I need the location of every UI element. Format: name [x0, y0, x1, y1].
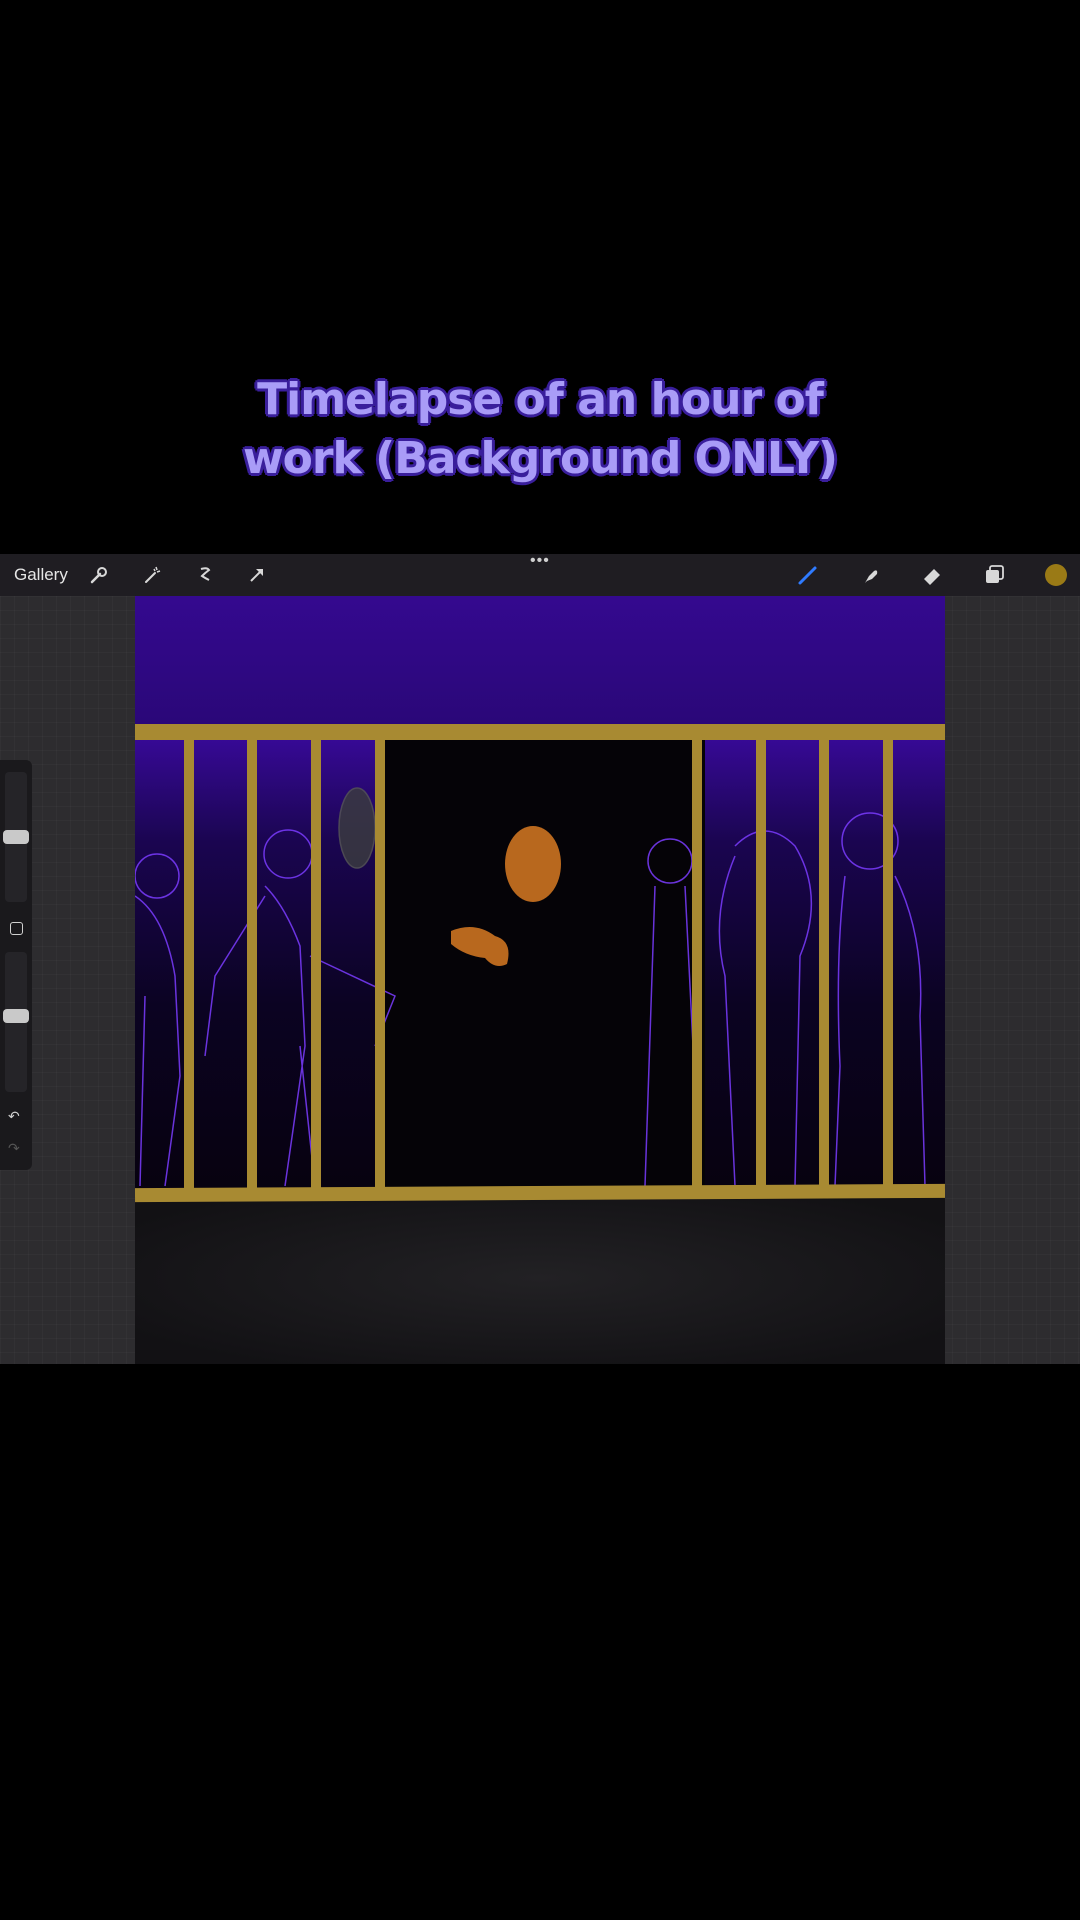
transform-arrow-icon[interactable] — [245, 563, 269, 587]
drawing-canvas[interactable] — [135, 596, 945, 1364]
artwork — [135, 596, 945, 1364]
magic-wand-icon[interactable] — [140, 563, 164, 587]
undo-button[interactable]: ↶ — [8, 1108, 20, 1125]
brush-size-slider[interactable] — [3, 772, 29, 902]
more-options-handle[interactable]: ••• — [530, 554, 550, 570]
skin-head — [505, 826, 561, 902]
selection-icon[interactable] — [193, 563, 217, 587]
top-toolbar: Gallery ••• — [0, 554, 1080, 596]
gallery-button[interactable]: Gallery — [14, 565, 68, 585]
brush-size-thumb[interactable] — [3, 830, 29, 844]
floor — [135, 1192, 945, 1364]
procreate-app: Gallery ••• ↶ ↷ — [0, 554, 1080, 1364]
left-sidebar: ↶ ↷ — [0, 760, 32, 1170]
brush-icon[interactable] — [796, 563, 820, 587]
dark-doorway — [385, 726, 705, 1192]
modify-button[interactable] — [10, 922, 23, 935]
caption-line-1: Timelapse of an hour of — [257, 374, 824, 425]
night-sky — [135, 596, 945, 726]
color-swatch-icon[interactable] — [1044, 563, 1068, 587]
wrench-icon[interactable] — [87, 563, 111, 587]
opacity-slider[interactable] — [3, 952, 29, 1092]
layers-icon[interactable] — [982, 563, 1006, 587]
eraser-icon[interactable] — [920, 563, 944, 587]
opacity-thumb[interactable] — [3, 1009, 29, 1023]
caption-line-2: work (Background ONLY) — [242, 433, 838, 484]
video-caption: Timelapse of an hour of work (Background… — [0, 370, 1080, 488]
redo-button[interactable]: ↷ — [8, 1140, 20, 1157]
smudge-icon[interactable] — [858, 563, 882, 587]
